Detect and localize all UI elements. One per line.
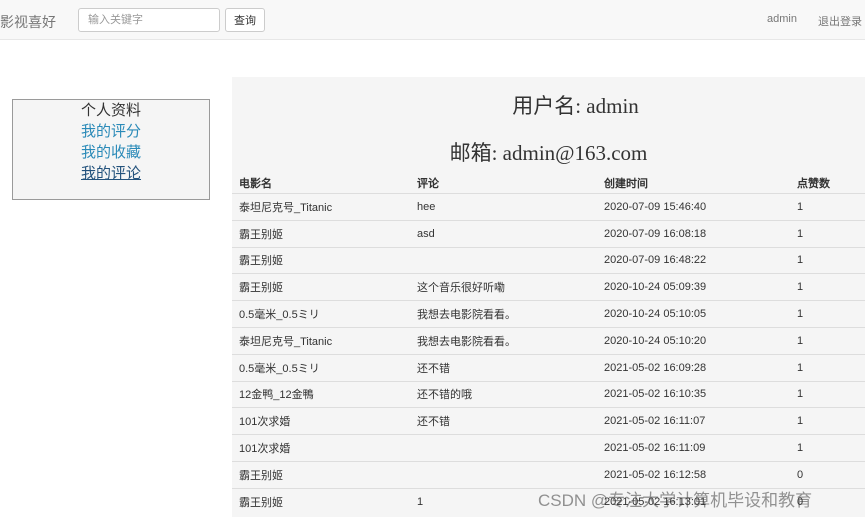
cell-comment: 我想去电影院看看。 [410,300,597,328]
column-header-created: 创建时间 [597,173,790,194]
table-row: 霸王别姬 这个音乐很好听嘞 2020-10-24 05:09:39 1 [232,273,865,301]
cell-movie: 霸王别姬 [232,273,410,301]
table-row: 霸王别姬 2020-07-09 16:48:22 1 [232,246,865,274]
sidebar-item-favorites[interactable]: 我的收藏 [81,142,209,163]
cell-comment [410,434,597,462]
cell-created: 2020-10-24 05:10:05 [597,300,790,328]
cell-likes: 1 [790,407,865,435]
table-row: 泰坦尼克号_Titanic 我想去电影院看看。 2020-10-24 05:10… [232,326,865,355]
cell-created: 2020-07-09 16:08:18 [597,219,790,248]
cell-movie: 霸王别姬 [232,219,410,248]
top-navbar: 影视喜好 查询 admin 退出登录 [0,0,865,40]
cell-movie: 霸王别姬 [232,246,410,274]
sidebar-item-ratings[interactable]: 我的评分 [81,121,209,142]
cell-likes: 1 [790,326,865,355]
cell-comment: 还不错的哦 [410,380,597,408]
cell-comment: 这个音乐很好听嘞 [410,273,597,301]
comments-table: 电影名 评论 创建时间 点赞数 泰坦尼克号_Titanic hee 2020-0… [232,173,865,515]
cell-movie: 101次求婚 [232,407,410,435]
cell-likes: 1 [790,380,865,408]
table-row: 霸王别姬 2021-05-02 16:12:58 0 [232,460,865,489]
csdn-watermark: CSDN @专注大学计算机毕设和教育 [538,491,813,510]
cell-movie: 泰坦尼克号_Titanic [232,193,410,221]
column-header-comment: 评论 [410,173,597,194]
cell-likes: 1 [790,193,865,221]
column-header-likes: 点赞数 [790,173,865,194]
cell-comment: 我想去电影院看看。 [410,326,597,355]
table-header-row: 电影名 评论 创建时间 点赞数 [232,173,865,194]
cell-likes: 1 [790,300,865,328]
email-heading: 邮箱: admin@163.com [449,141,648,165]
cell-likes: 1 [790,246,865,274]
column-header-movie: 电影名 [232,173,410,194]
cell-comment: 还不错 [410,407,597,435]
cell-comment: 还不错 [410,353,597,382]
table-row: 101次求婚 2021-05-02 16:11:09 1 [232,434,865,462]
cell-created: 2021-05-02 16:11:09 [597,434,790,462]
cell-movie: 霸王别姬 [232,460,410,489]
main-panel: 用户名: admin 邮箱: admin@163.com 电影名 评论 创建时间… [232,77,865,517]
cell-created: 2020-10-24 05:09:39 [597,273,790,301]
table-row: 0.5毫米_0.5ミリ 还不错 2021-05-02 16:09:28 1 [232,353,865,382]
table-row: 霸王别姬 asd 2020-07-09 16:08:18 1 [232,219,865,248]
cell-movie: 101次求婚 [232,434,410,462]
cell-likes: 1 [790,219,865,248]
cell-created: 2020-07-09 16:48:22 [597,246,790,274]
table-row: 0.5毫米_0.5ミリ 我想去电影院看看。 2020-10-24 05:10:0… [232,300,865,328]
cell-created: 2020-10-24 05:10:20 [597,326,790,355]
cell-likes: 1 [790,434,865,462]
table-row: 12金鸭_12金鴨 还不错的哦 2021-05-02 16:10:35 1 [232,380,865,408]
table-row: 泰坦尼克号_Titanic hee 2020-07-09 15:46:40 1 [232,193,865,221]
cell-created: 2021-05-02 16:09:28 [597,353,790,382]
cell-created: 2021-05-02 16:11:07 [597,407,790,435]
logout-link[interactable]: 退出登录 [818,13,862,29]
sidebar-menu: 个人资料 我的评分 我的收藏 我的评论 [12,99,210,200]
cell-comment: asd [410,219,597,248]
username-heading: 用户名: admin [512,94,639,118]
cell-created: 2021-05-02 16:10:35 [597,380,790,408]
cell-comment: hee [410,193,597,221]
cell-movie: 0.5毫米_0.5ミリ [232,300,410,328]
cell-comment [410,246,597,274]
sidebar-item-comments[interactable]: 我的评论 [81,163,209,184]
user-link[interactable]: admin [767,13,797,25]
sidebar-item-profile[interactable]: 个人资料 [81,100,209,121]
search-input[interactable] [78,8,220,32]
cell-likes: 1 [790,353,865,382]
search-button[interactable]: 查询 [225,8,265,32]
cell-created: 2020-07-09 15:46:40 [597,193,790,221]
cell-movie: 霸王别姬 [232,487,410,515]
cell-movie: 泰坦尼克号_Titanic [232,326,410,355]
table-row: 101次求婚 还不错 2021-05-02 16:11:07 1 [232,407,865,435]
cell-created: 2021-05-02 16:12:58 [597,460,790,489]
cell-comment [410,460,597,489]
cell-movie: 12金鸭_12金鴨 [232,380,410,408]
brand-title[interactable]: 影视喜好 [0,12,56,32]
cell-likes: 1 [790,273,865,301]
cell-likes: 0 [790,460,865,489]
cell-movie: 0.5毫米_0.5ミリ [232,353,410,382]
